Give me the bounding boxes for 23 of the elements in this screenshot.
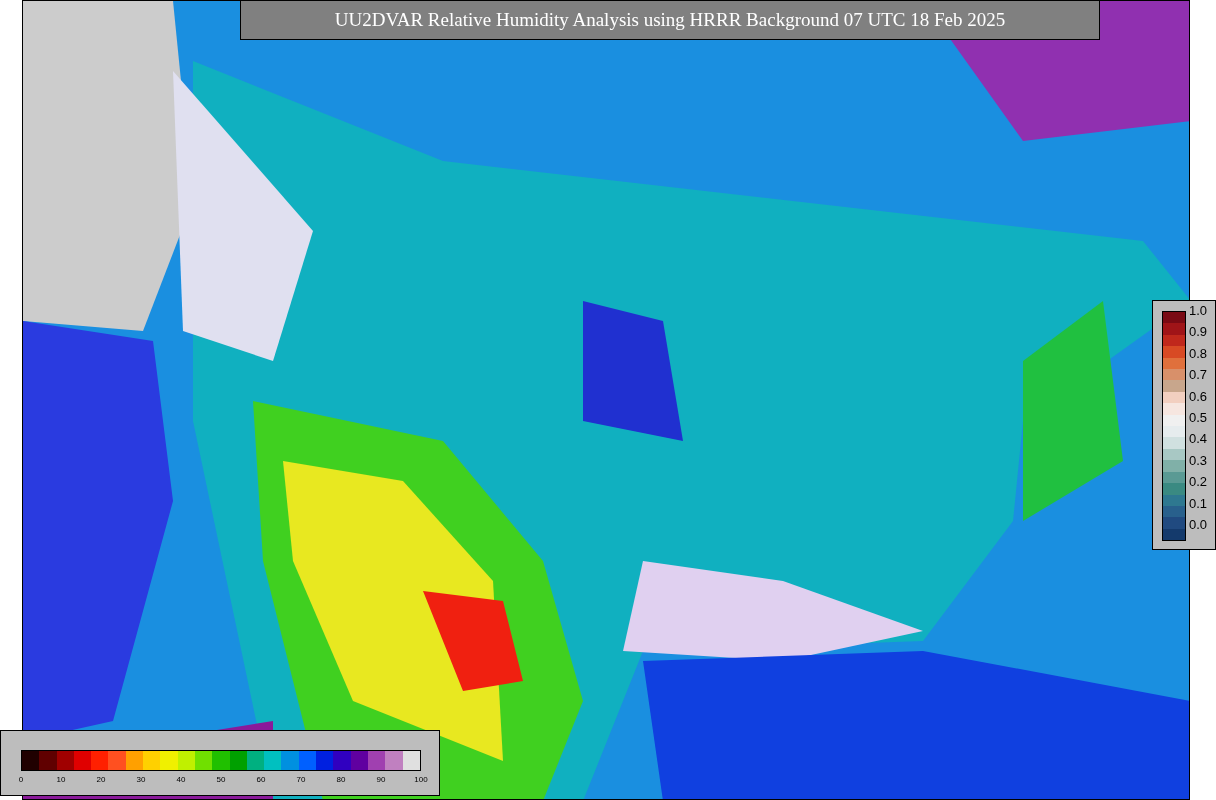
tick-label: 90 [376,775,386,785]
tick-label: 0.9 [1189,324,1208,341]
tick-label: 0.0 [1189,516,1208,533]
tick-label: 0.5 [1189,409,1208,426]
tick-label: 0.4 [1189,431,1208,448]
tick-label: 0.6 [1189,388,1208,405]
tick-label: 80 [336,775,346,785]
tick-label: 0.1 [1189,495,1208,512]
map-title: UU2DVAR Relative Humidity Analysis using HRRR Background 07 UTC 18 Feb 2025 [334,7,1006,32]
tick-label: 1.0 [1189,303,1208,319]
tick-label: 0.8 [1189,345,1208,362]
tick-label: 0.2 [1189,474,1208,491]
tick-label: 10 [56,775,66,785]
tick-label: 20 [96,775,106,785]
tick-label: 40 [176,775,186,785]
tick-label: 30 [136,775,146,785]
tick-label: 100 [414,775,428,785]
tick-label: 60 [256,775,266,785]
tick-label: 0.3 [1189,452,1208,469]
tick-label: 0.7 [1189,367,1208,384]
tick-label: 50 [216,775,226,785]
tick-label: 0 [18,775,24,785]
tick-label: 70 [296,775,306,785]
